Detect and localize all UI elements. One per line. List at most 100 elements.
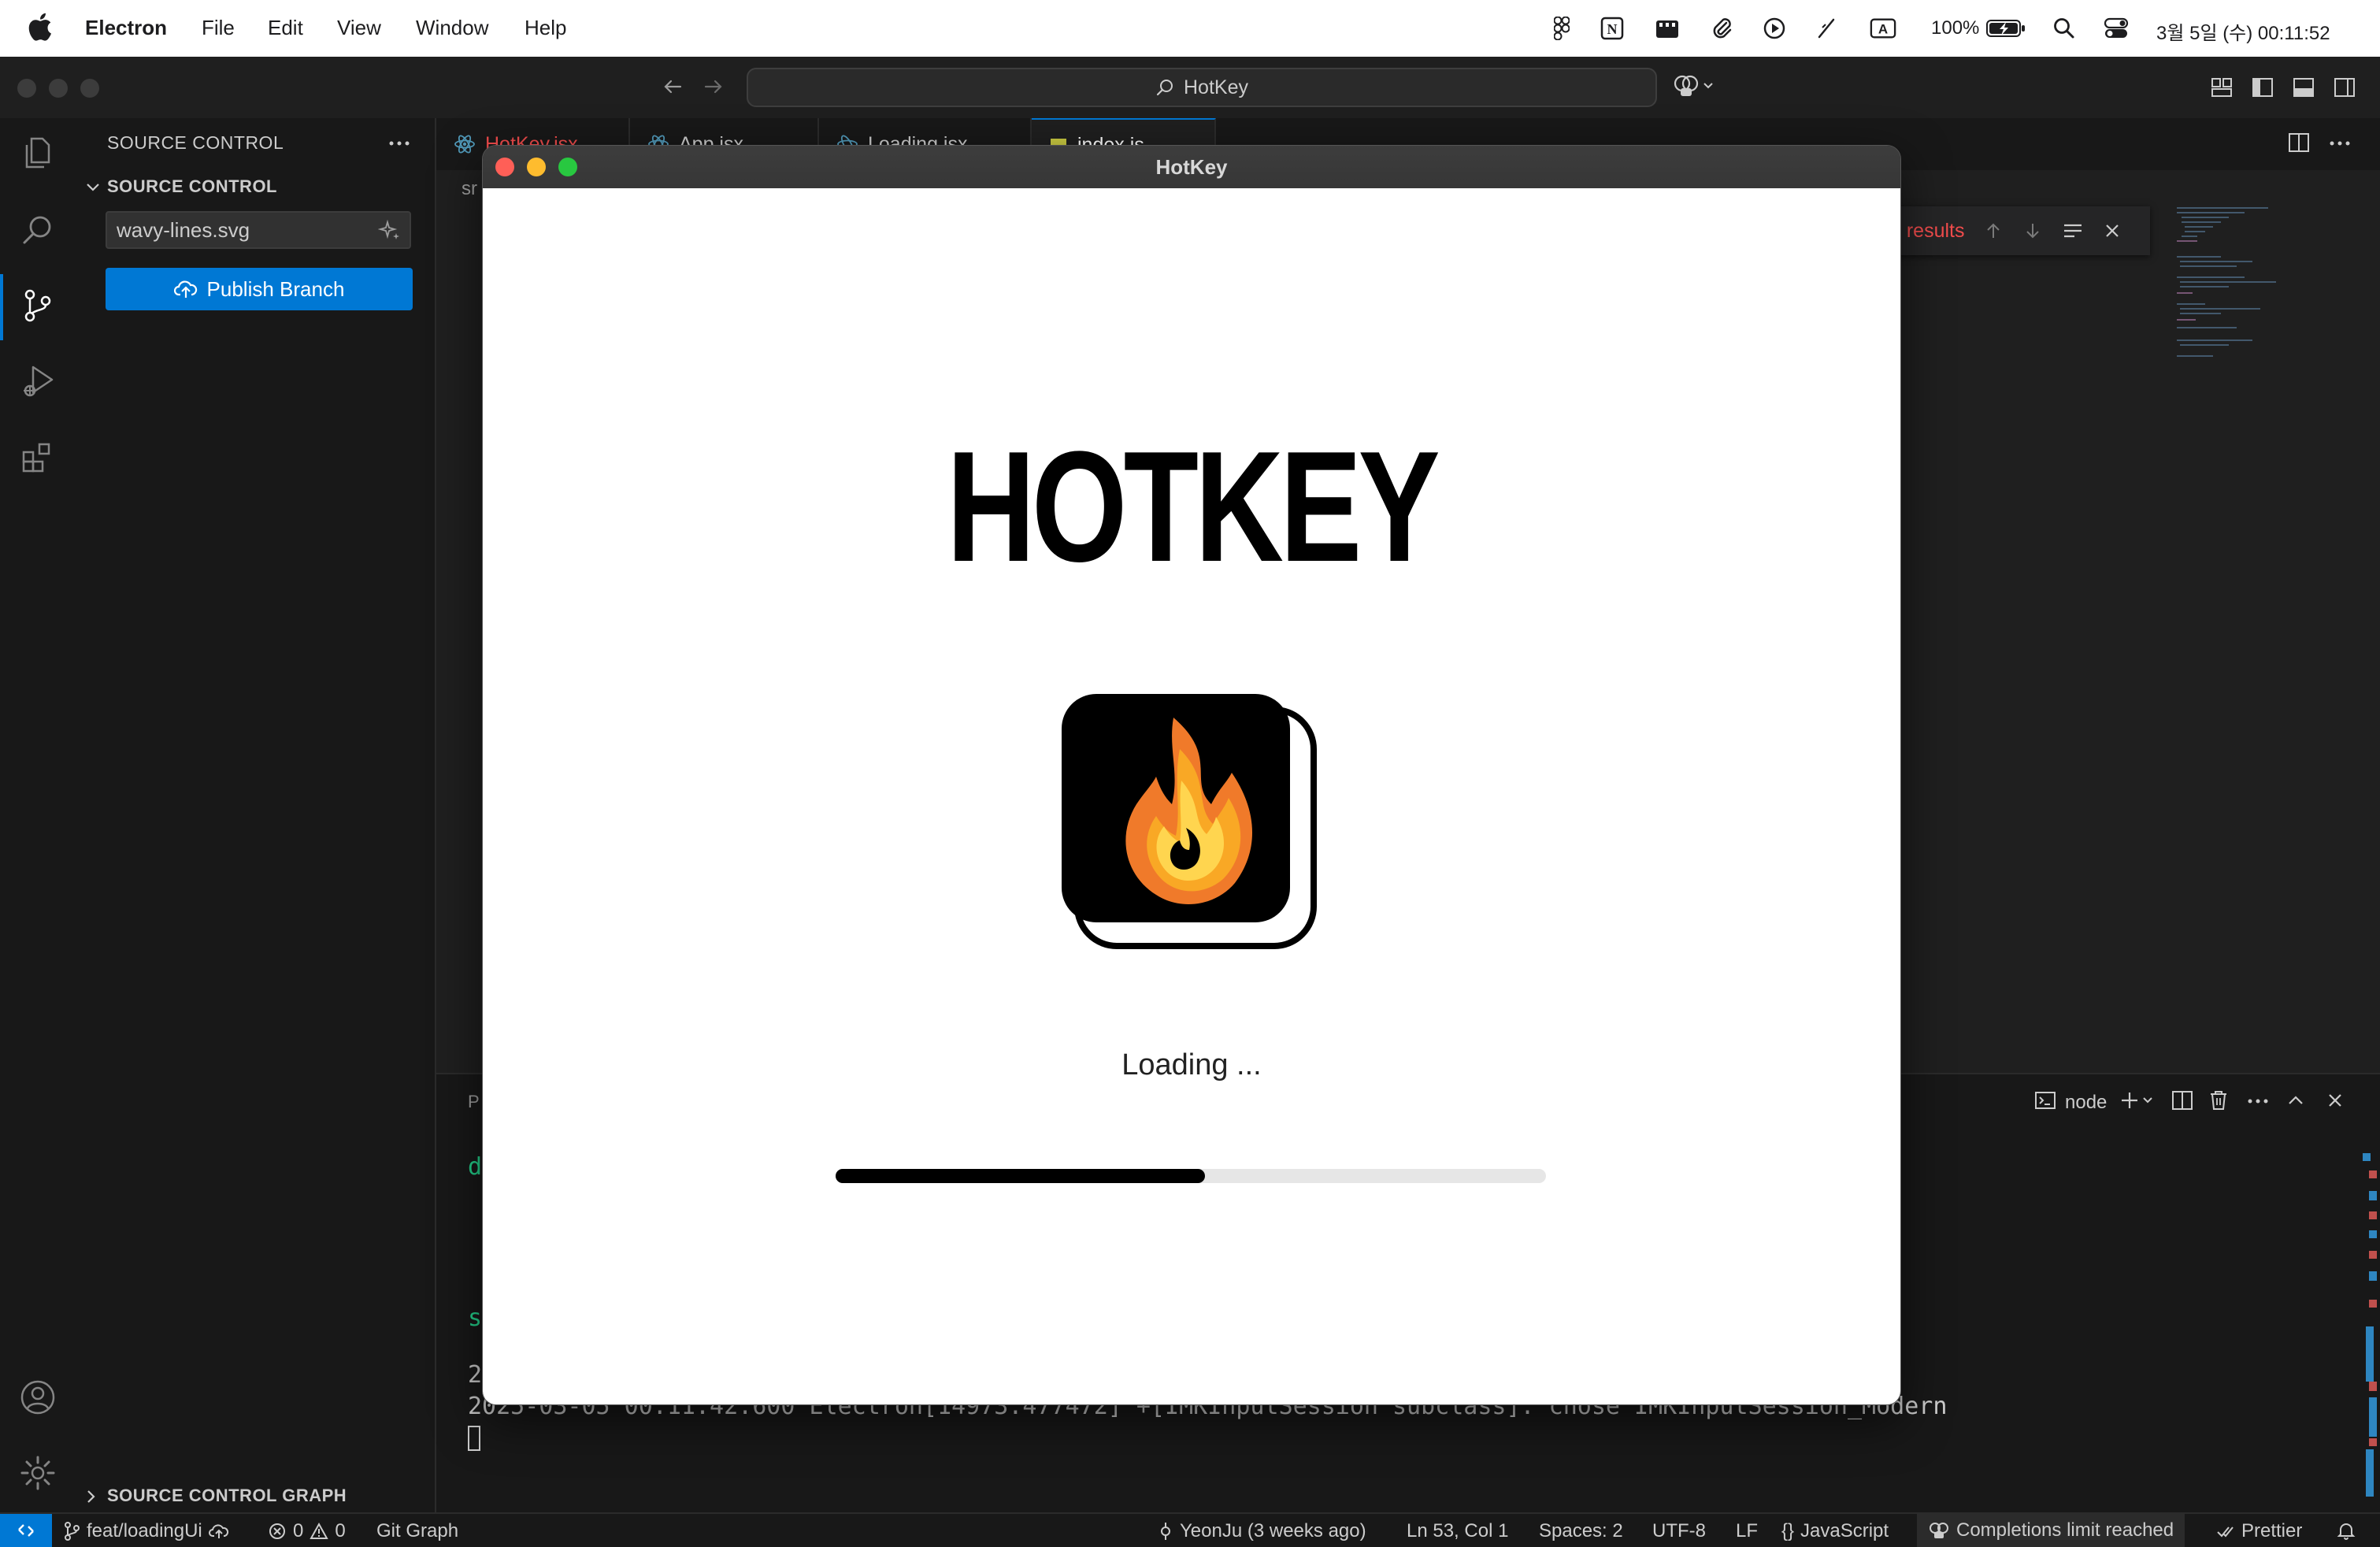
split-terminal-icon[interactable] bbox=[2171, 1089, 2194, 1112]
back-arrow-icon[interactable] bbox=[660, 74, 685, 99]
copilot-status-item[interactable]: Completions limit reached bbox=[1917, 1514, 2185, 1547]
cloud-upload-icon bbox=[173, 279, 198, 299]
blame-status-item[interactable]: YeonJu (3 weeks ago) bbox=[1158, 1520, 1366, 1542]
language-mode-status-item[interactable]: {} JavaScript bbox=[1781, 1520, 1889, 1542]
battery-charging-icon[interactable] bbox=[1985, 16, 2027, 41]
hotkey-window-titlebar[interactable]: HotKey bbox=[483, 146, 1900, 189]
flame-keycap-icon bbox=[1062, 694, 1317, 949]
trash-icon[interactable] bbox=[2207, 1089, 2230, 1112]
paperclip-icon[interactable] bbox=[1709, 16, 1736, 41]
toggle-panel-icon[interactable] bbox=[2292, 76, 2315, 99]
find-in-selection-icon[interactable] bbox=[2062, 221, 2084, 241]
minimize-window-button[interactable] bbox=[49, 79, 68, 98]
panel-tab-fragment[interactable]: P bbox=[468, 1092, 480, 1112]
manage-gear-icon[interactable] bbox=[16, 1451, 60, 1495]
next-match-icon[interactable] bbox=[2022, 221, 2043, 241]
publish-branch-label: Publish Branch bbox=[206, 276, 345, 301]
accounts-icon[interactable] bbox=[16, 1375, 60, 1419]
toggle-primary-sidebar-icon[interactable] bbox=[2251, 76, 2274, 99]
cloud-publish-icon bbox=[208, 1524, 228, 1538]
error-icon bbox=[269, 1523, 285, 1539]
new-terminal-icon[interactable] bbox=[2119, 1089, 2158, 1112]
prettier-status-item[interactable]: Prettier bbox=[2216, 1520, 2302, 1542]
maximize-panel-icon[interactable] bbox=[2284, 1089, 2308, 1112]
active-app-name[interactable]: Electron bbox=[85, 16, 167, 40]
split-editor-icon[interactable] bbox=[2287, 131, 2311, 154]
notion-icon[interactable]: N bbox=[1599, 16, 1626, 41]
notifications-bell-icon[interactable] bbox=[2336, 1520, 2356, 1541]
customize-layout-icon[interactable] bbox=[2210, 76, 2234, 99]
source-control-graph-section[interactable]: SOURCE CONTROL GRAPH bbox=[107, 1486, 347, 1506]
chevron-right-icon[interactable] bbox=[82, 1487, 101, 1506]
remote-indicator-button[interactable] bbox=[0, 1514, 52, 1547]
battery-percent: 100% bbox=[1931, 17, 1980, 39]
command-center-search[interactable]: HotKey bbox=[747, 68, 1657, 107]
editor-more-actions-icon[interactable] bbox=[2328, 134, 2352, 153]
explorer-icon[interactable] bbox=[16, 131, 60, 175]
publish-branch-button[interactable]: Publish Branch bbox=[106, 268, 413, 310]
breadcrumb[interactable]: sr bbox=[462, 178, 477, 200]
source-control-icon[interactable] bbox=[16, 284, 60, 328]
terminal-line: s bbox=[468, 1304, 483, 1332]
clapperboard-icon[interactable] bbox=[1654, 16, 1681, 41]
input-source-icon[interactable]: A bbox=[1870, 16, 1896, 41]
forward-arrow-icon[interactable] bbox=[701, 74, 726, 99]
figma-icon[interactable] bbox=[1548, 16, 1575, 41]
panel-more-actions-icon[interactable] bbox=[2246, 1092, 2270, 1111]
chevron-down-icon[interactable] bbox=[83, 178, 102, 197]
toggle-secondary-sidebar-icon[interactable] bbox=[2333, 76, 2356, 99]
close-window-button[interactable] bbox=[17, 79, 36, 98]
sparkle-generate-icon[interactable] bbox=[378, 219, 402, 243]
spotlight-search-icon[interactable] bbox=[2051, 16, 2078, 41]
problems-status-item[interactable]: 0 0 bbox=[268, 1520, 346, 1542]
curly-braces-icon: {} bbox=[1781, 1520, 1795, 1541]
menu-file[interactable]: File bbox=[202, 16, 235, 40]
activity-bar bbox=[0, 118, 77, 1512]
hotkey-window-title: HotKey bbox=[1155, 155, 1228, 179]
hotkey-app-window: HotKey HOTKEY Loading ... bbox=[482, 145, 1901, 1405]
menubar-clock[interactable]: 3월 5일 (수) 00:11:52 bbox=[2156, 17, 2330, 45]
menu-view[interactable]: View bbox=[337, 16, 381, 40]
close-panel-icon[interactable] bbox=[2323, 1089, 2347, 1112]
double-check-icon bbox=[2217, 1527, 2234, 1538]
cursor-position-status-item[interactable]: Ln 53, Col 1 bbox=[1407, 1520, 1508, 1542]
terminal-line: 2 bbox=[468, 1361, 483, 1389]
close-find-icon[interactable] bbox=[2103, 221, 2122, 240]
branch-status-item[interactable]: feat/loadingUi bbox=[63, 1520, 229, 1542]
find-widget: o results bbox=[1874, 206, 2150, 255]
eol-status-item[interactable]: LF bbox=[1736, 1520, 1758, 1542]
loading-text: Loading ... bbox=[1121, 1048, 1262, 1081]
indentation-status-item[interactable]: Spaces: 2 bbox=[1539, 1520, 1623, 1542]
apple-menu-icon[interactable] bbox=[28, 13, 52, 41]
menu-help[interactable]: Help bbox=[525, 16, 566, 40]
play-circle-icon[interactable] bbox=[1761, 16, 1788, 41]
copilot-status-icon bbox=[1930, 1523, 1948, 1538]
terminal-scrollbar-decorations[interactable] bbox=[2358, 1153, 2380, 1500]
encoding-status-item[interactable]: UTF-8 bbox=[1652, 1520, 1706, 1542]
source-control-section-title[interactable]: SOURCE CONTROL bbox=[107, 176, 277, 197]
search-view-icon[interactable] bbox=[16, 208, 60, 252]
minimap[interactable] bbox=[2174, 202, 2300, 383]
copilot-icon[interactable] bbox=[1673, 74, 1718, 99]
extensions-icon[interactable] bbox=[16, 435, 60, 479]
zoom-window-button[interactable] bbox=[80, 79, 99, 98]
command-center-text: HotKey bbox=[1184, 76, 1248, 98]
react-icon bbox=[454, 133, 476, 155]
find-results-count: o results bbox=[1890, 219, 1965, 242]
terminal-name[interactable]: node bbox=[2065, 1092, 2107, 1114]
terminal-cursor bbox=[468, 1426, 480, 1451]
menu-window[interactable]: Window bbox=[416, 16, 488, 40]
git-graph-status-item[interactable]: Git Graph bbox=[376, 1520, 458, 1542]
run-debug-icon[interactable] bbox=[16, 359, 60, 403]
remote-icon bbox=[18, 1524, 34, 1537]
commit-message-input[interactable]: wavy-lines.svg bbox=[106, 211, 411, 249]
menu-edit[interactable]: Edit bbox=[268, 16, 303, 40]
control-center-icon[interactable] bbox=[2103, 16, 2130, 41]
svg-text:N: N bbox=[1607, 21, 1618, 37]
disabled-slash-icon[interactable] bbox=[1813, 16, 1840, 41]
active-view-indicator bbox=[0, 274, 3, 340]
previous-match-icon[interactable] bbox=[1983, 221, 2004, 241]
svg-text:A: A bbox=[1878, 22, 1888, 37]
hotkey-loading-screen: HOTKEY Loading ... bbox=[483, 188, 1900, 1404]
more-actions-icon[interactable] bbox=[387, 134, 411, 153]
